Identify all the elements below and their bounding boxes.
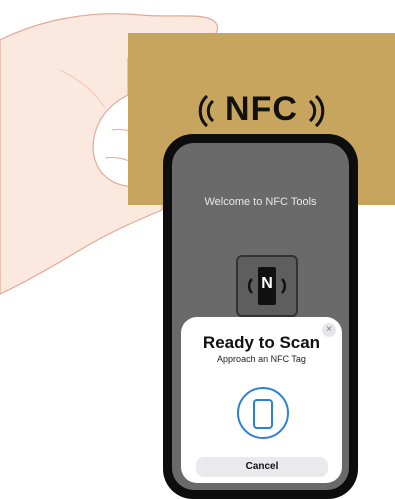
phone-screen: Welcome to NFC Tools N × Ready to Scan A… <box>172 143 349 490</box>
nfc-waves-icon <box>198 94 214 128</box>
nfc-card-logo: NFC <box>128 90 395 131</box>
phone-scan-icon <box>237 387 289 439</box>
phone-device: Welcome to NFC Tools N × Ready to Scan A… <box>163 134 358 499</box>
nfc-waves-icon <box>309 94 325 128</box>
sheet-title: Ready to Scan <box>202 333 321 352</box>
cancel-button[interactable]: Cancel <box>196 457 328 477</box>
welcome-text: Welcome to NFC Tools <box>204 196 317 208</box>
nfc-illustration: NFC Welcome to NFC Tools N × Ready to Sc… <box>0 0 395 499</box>
nfc-card-text: NFC <box>225 90 298 128</box>
nfc-tag-letter: N <box>261 275 273 292</box>
sheet-subtitle: Approach an NFC Tag <box>217 354 306 364</box>
scan-sheet: × Ready to Scan Approach an NFC Tag Canc… <box>181 317 342 483</box>
nfc-tag-icon: N <box>236 255 298 317</box>
